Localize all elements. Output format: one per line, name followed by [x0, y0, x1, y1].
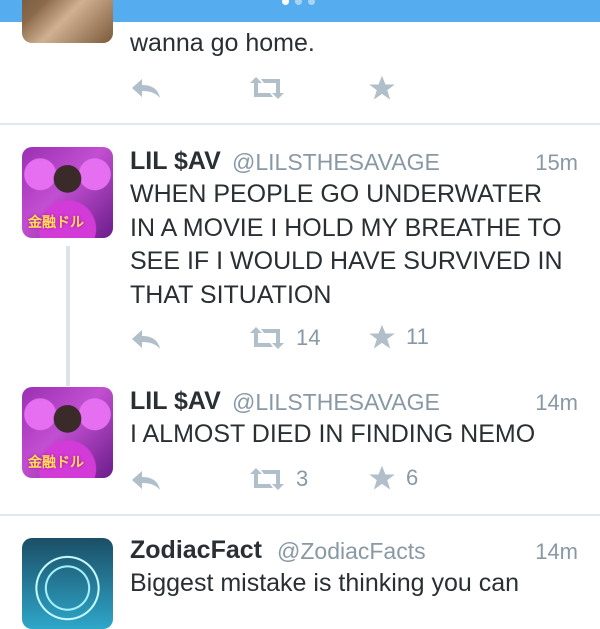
retweet-count: 3 — [296, 466, 309, 491]
tweet-text-line: THAT SITUATION — [130, 280, 332, 309]
tweet-lil-sav-1[interactable]: 金融ドル LIL $AV @LILSTHESAVAGE 15m WHEN PEO… — [0, 125, 600, 386]
reply-icon — [130, 327, 162, 351]
reply-button[interactable] — [130, 76, 162, 100]
reply-icon — [130, 76, 162, 100]
tweet-zodiacfact[interactable]: ZodiacFact @ZodiacFacts 14m Biggest mist… — [0, 516, 600, 629]
timestamp[interactable]: 14m — [535, 539, 578, 565]
page-dot — [295, 0, 302, 5]
star-icon — [368, 323, 396, 351]
avatar-logo-text: 金融ドル — [28, 455, 84, 471]
favorite-count: 6 — [406, 465, 419, 490]
tweet-text-line: SEE IF I WOULD HAVE SURVIVED IN — [130, 247, 563, 275]
avatar[interactable]: 金融ドル — [22, 147, 113, 238]
tweet-lil-sav-2[interactable]: 金融ドル LIL $AV @LILSTHESAVAGE 14m I ALMOST… — [0, 365, 600, 515]
page-indicator — [282, 0, 315, 5]
timestamp[interactable]: 15m — [535, 150, 578, 176]
page-dot-active — [282, 0, 289, 5]
reply-button[interactable] — [130, 327, 162, 351]
page-dot — [308, 0, 315, 5]
timestamp[interactable]: 14m — [535, 390, 578, 416]
user-handle[interactable]: @LILSTHESAVAGE — [232, 389, 440, 416]
favorite-button[interactable]: 6 — [368, 464, 418, 492]
user-name[interactable]: ZodiacFact — [130, 536, 262, 565]
retweet-button[interactable] — [248, 76, 286, 100]
tweet-text-line: IN A MOVIE I HOLD MY BREATHE TO — [130, 213, 562, 242]
retweet-button[interactable]: 14 — [248, 325, 320, 351]
avatar[interactable] — [22, 538, 113, 629]
tweet-text-line: WHEN PEOPLE GO UNDERWATER — [130, 180, 543, 208]
retweet-icon — [248, 326, 286, 350]
user-handle[interactable]: @ZodiacFacts — [277, 538, 426, 565]
avatar[interactable]: 金融ドル — [22, 387, 113, 478]
reply-icon — [130, 468, 162, 492]
retweet-count: 14 — [296, 325, 321, 350]
star-icon — [368, 464, 396, 492]
tweet-text: wanna go home. — [130, 29, 315, 57]
favorite-button[interactable] — [368, 74, 396, 102]
user-name[interactable]: LIL $AV — [130, 147, 221, 176]
user-name[interactable]: LIL $AV — [130, 387, 221, 416]
avatar[interactable] — [22, 0, 113, 43]
favorite-count: 11 — [406, 324, 429, 349]
retweet-icon — [248, 467, 286, 491]
retweet-button[interactable]: 3 — [248, 466, 308, 492]
tweet-text: Biggest mistake is thinking you can — [130, 569, 520, 597]
star-icon — [368, 74, 396, 102]
avatar-logo-text: 金融ドル — [28, 215, 84, 231]
retweet-icon — [248, 76, 286, 100]
tweet-text: WHEN PEOPLE GO UNDERWATER IN A MOVIE I H… — [130, 178, 590, 312]
user-handle[interactable]: @LILSTHESAVAGE — [232, 149, 440, 176]
tweet-text: I ALMOST DIED IN FINDING NEMO — [130, 420, 536, 448]
reply-button[interactable] — [130, 468, 162, 492]
favorite-button[interactable]: 11 — [368, 323, 429, 351]
